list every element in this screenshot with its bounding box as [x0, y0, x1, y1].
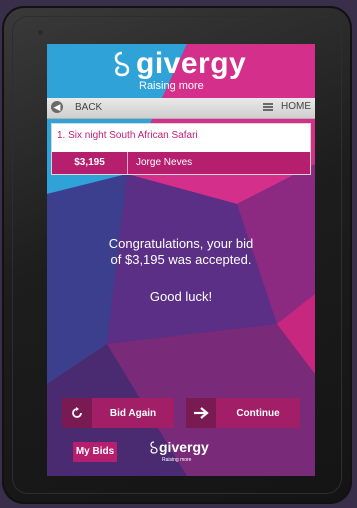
- arrow-left-icon: ◀: [51, 101, 63, 113]
- logo-tagline: Raising more: [139, 80, 204, 92]
- back-label: BACK: [75, 101, 103, 113]
- refresh-icon: [62, 398, 92, 428]
- item-title: 1. Six night South African Safari: [57, 130, 198, 141]
- good-luck-text: Good luck!: [149, 289, 213, 304]
- logo-text: givergy: [136, 47, 247, 80]
- app-screen: givergy Raising more ◀ BACK HOME 1. Six …: [47, 44, 315, 476]
- givergy-logo-icon: [150, 440, 158, 454]
- auction-item-card[interactable]: 1. Six night South African Safari $3,195…: [51, 123, 311, 175]
- home-label: HOME: [281, 101, 311, 112]
- bid-again-button[interactable]: Bid Again: [62, 398, 174, 428]
- home-button[interactable]: HOME: [263, 101, 311, 112]
- bidder-name: Jorge Neves: [136, 157, 193, 168]
- arrow-right-icon: [186, 398, 216, 428]
- bid-again-label: Bid Again: [109, 407, 157, 419]
- app-header: givergy Raising more: [47, 44, 315, 98]
- menu-icon: [263, 102, 273, 111]
- confirmation-line-1: Congratulations, your bid: [108, 236, 254, 251]
- footer-logo-text: givergy: [159, 439, 209, 455]
- my-bids-button[interactable]: My Bids: [73, 442, 117, 462]
- footer-tagline: Raising more: [162, 457, 192, 463]
- confirmation-line-2: of $3,195 was accepted.: [110, 252, 252, 267]
- givergy-logo: givergy: [112, 49, 246, 79]
- camera-icon: [38, 30, 43, 35]
- bid-amount: $3,195: [52, 152, 128, 174]
- givergy-logo-icon: [114, 51, 130, 77]
- nav-bar: ◀ BACK HOME: [47, 98, 315, 119]
- footer-givergy-logo: givergy: [149, 440, 209, 454]
- back-button[interactable]: ◀ BACK: [51, 101, 102, 113]
- continue-button[interactable]: Continue: [186, 398, 300, 428]
- bid-summary-row: $3,195 Jorge Neves: [52, 152, 310, 174]
- continue-label: Continue: [236, 407, 280, 419]
- app-footer: My Bids givergy Raising more: [47, 430, 315, 476]
